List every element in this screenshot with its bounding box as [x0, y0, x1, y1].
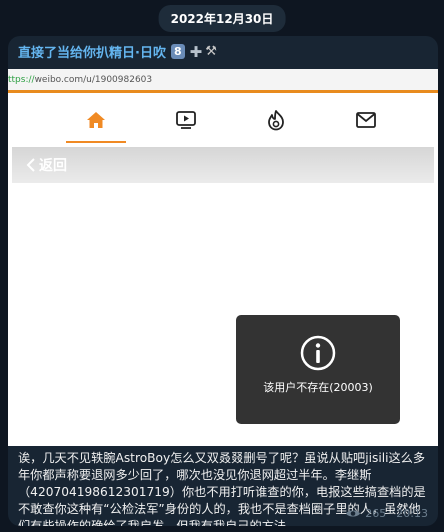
chevron-left-icon [26, 158, 35, 172]
date-separator: 2022年12月30日 [158, 5, 286, 32]
home-tab-underline [66, 141, 126, 143]
number-badge: 8 [170, 44, 185, 59]
fire-icon [263, 107, 289, 133]
attached-image[interactable]: ttps://weibo.com/u/1900982603 返回 该用户不存在(… [8, 69, 438, 446]
forwarded-channel-title[interactable]: 直接了当给你扒精日·日吹 8 ✚ ⚒ [18, 42, 428, 62]
error-toast: 该用户不存在(20003) [236, 315, 400, 424]
hammer-pick-icon: ⚒ [205, 44, 217, 59]
video-icon [173, 107, 199, 133]
home-icon [83, 107, 109, 133]
message-time: 20:13 [396, 507, 428, 520]
info-icon [300, 335, 336, 371]
mail-icon [353, 107, 379, 133]
plus-icon: ✚ [189, 42, 203, 61]
eye-icon [346, 510, 361, 517]
weibo-nav-bar [8, 93, 438, 145]
url-scheme: ttps:// [8, 75, 35, 85]
back-label: 返回 [39, 158, 67, 174]
message-bubble[interactable]: 直接了当给你扒精日·日吹 8 ✚ ⚒ ttps://weibo.com/u/19… [8, 36, 438, 526]
back-bar: 返回 [12, 147, 434, 183]
message-meta: 265 20:13 [345, 507, 428, 520]
browser-url-bar: ttps://weibo.com/u/1900982603 [8, 69, 438, 93]
url-text: weibo.com/u/1900982603 [34, 75, 153, 85]
channel-title-text: 直接了当给你扒精日·日吹 [18, 46, 166, 61]
view-count: 265 [365, 507, 387, 520]
error-message: 该用户不存在(20003) [263, 381, 373, 394]
